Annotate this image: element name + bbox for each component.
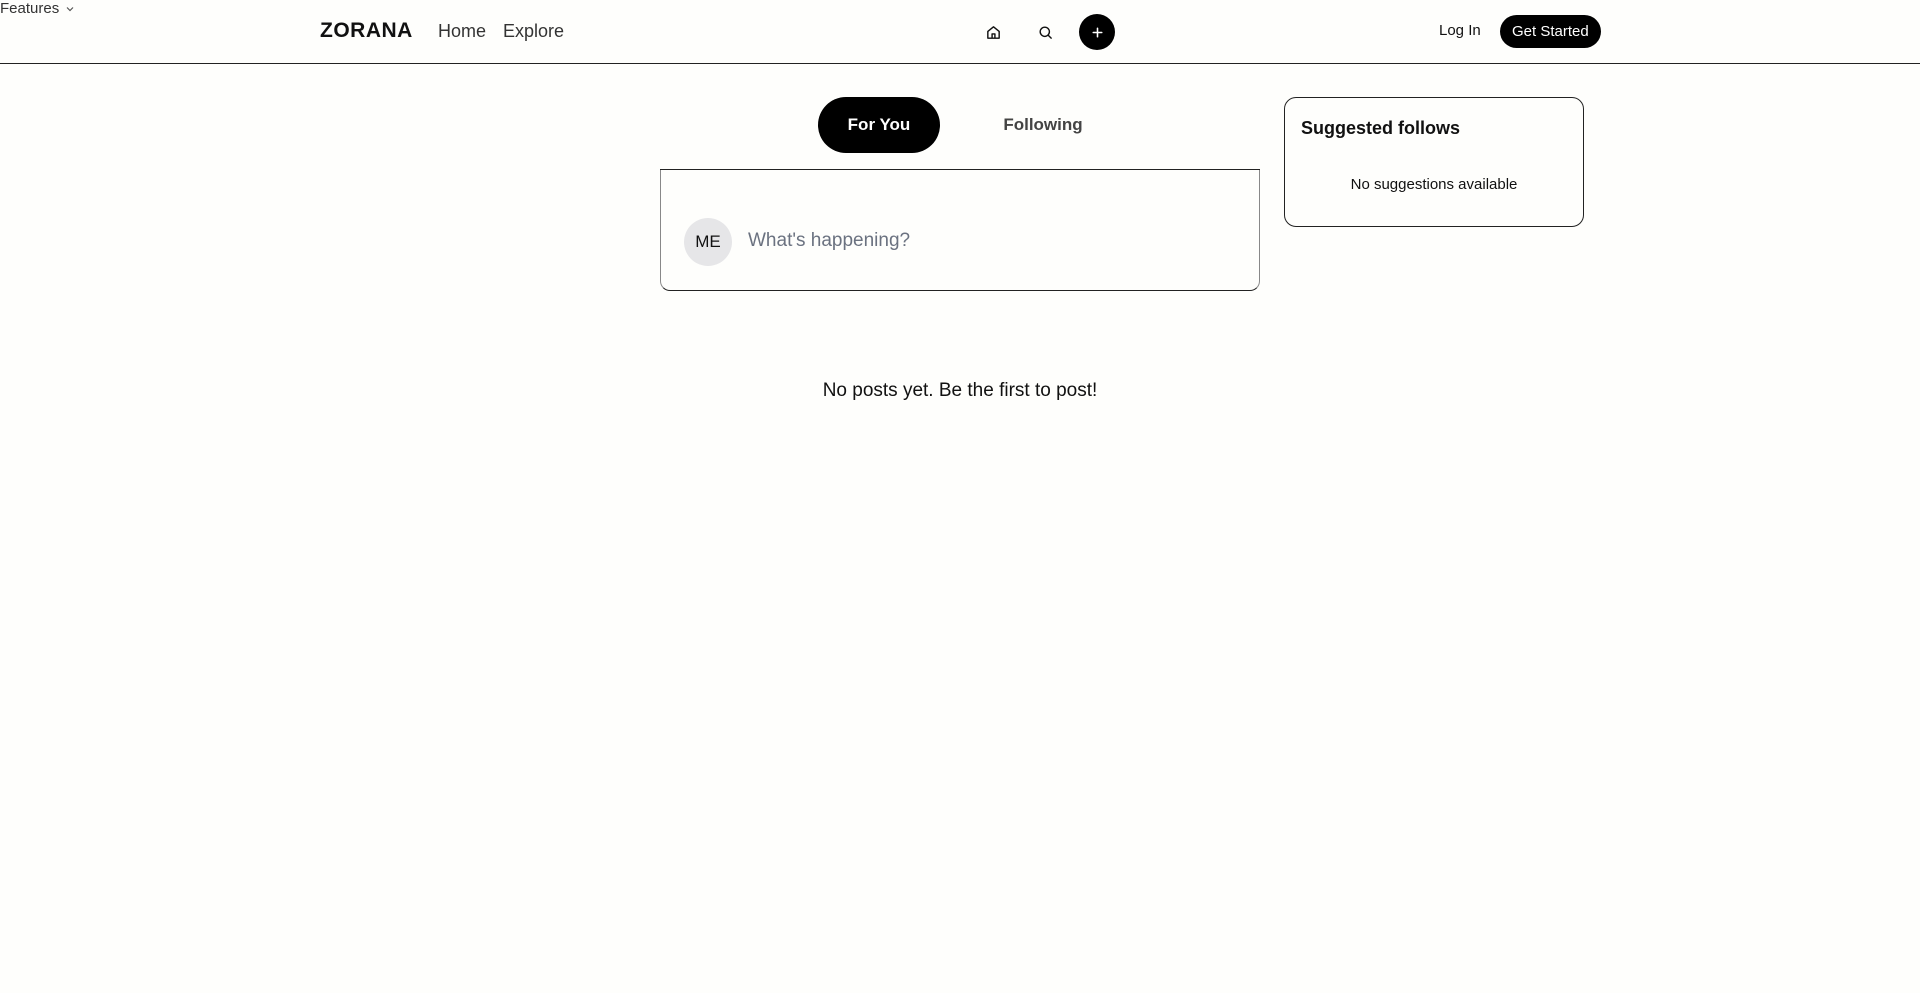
tab-following[interactable]: Following: [988, 97, 1098, 153]
nav-features-label: Features: [0, 0, 60, 17]
search-icon: [1038, 25, 1052, 39]
suggested-follows-card: Suggested follows No suggestions availab…: [1284, 97, 1584, 227]
post-composer: ME: [660, 170, 1260, 291]
get-started-button[interactable]: Get Started: [1500, 15, 1601, 48]
nav-home-link[interactable]: Home: [438, 21, 486, 42]
logo[interactable]: ZORANA: [320, 19, 413, 43]
home-icon: [986, 25, 1000, 39]
create-post-button[interactable]: [1079, 14, 1115, 50]
suggested-follows-title: Suggested follows: [1301, 118, 1461, 138]
tab-for-you[interactable]: For You: [818, 97, 940, 153]
plus-icon: [1091, 26, 1103, 38]
avatar: ME: [684, 218, 732, 266]
search-icon-button[interactable]: [1027, 14, 1063, 50]
empty-feed-message: No posts yet. Be the first to post!: [822, 380, 1098, 401]
login-button[interactable]: Log In: [1439, 22, 1481, 39]
compose-input[interactable]: [748, 226, 1228, 256]
suggested-follows-empty: No suggestions available: [1350, 176, 1518, 193]
home-icon-button[interactable]: [975, 14, 1011, 50]
feed-tabs: For You Following: [660, 97, 1260, 170]
chevron-down-icon: [66, 6, 74, 11]
nav-features-dropdown[interactable]: Features: [0, 0, 1920, 17]
top-navigation-bar: ZORANA Home Explore Features Log In Get …: [0, 0, 1920, 64]
nav-explore-link[interactable]: Explore: [503, 21, 564, 42]
